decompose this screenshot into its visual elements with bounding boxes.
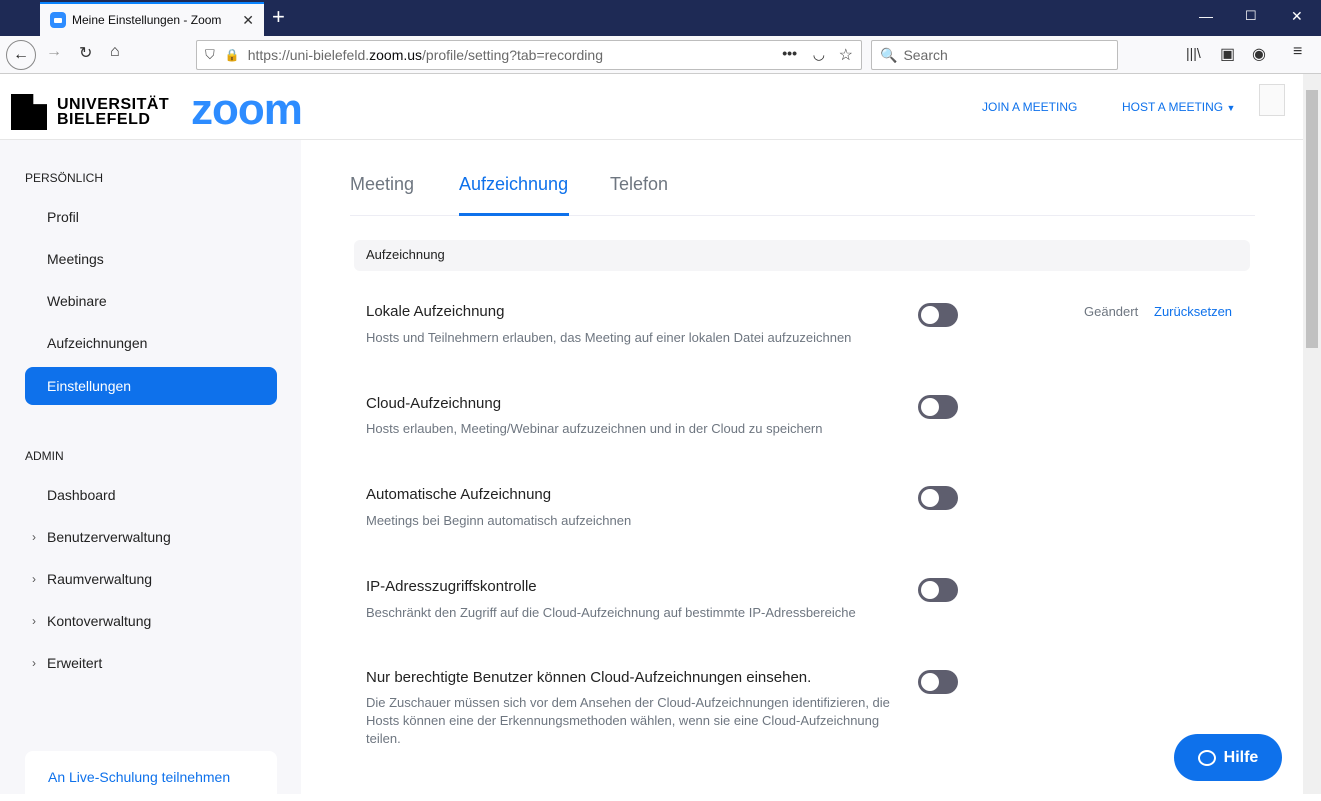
reset-link[interactable]: Zurücksetzen — [1154, 304, 1232, 319]
chevron-right-icon: › — [32, 656, 36, 670]
active-tab-indicator — [459, 213, 569, 216]
setting-local-recording: Lokale Aufzeichnung Hosts und Teilnehmer… — [366, 303, 926, 347]
university-logo-mark — [11, 94, 47, 130]
home-icon[interactable]: ⌂ — [110, 43, 120, 61]
tab-telephone[interactable]: Telefon — [610, 174, 668, 195]
scrollbar-thumb[interactable] — [1306, 90, 1318, 348]
maximize-icon[interactable]: ☐ — [1245, 8, 1257, 24]
setting-authenticated-viewers: Nur berechtigte Benutzer können Cloud-Au… — [366, 669, 906, 748]
chat-bubble-icon — [1197, 749, 1216, 766]
url-bar[interactable]: ⛉ 🔒 https://uni-bielefeld.zoom.us/profil… — [196, 40, 862, 70]
section-header: Aufzeichnung — [354, 240, 1250, 271]
reload-icon[interactable]: ↻ — [79, 43, 92, 63]
close-window-icon[interactable]: ✕ — [1291, 8, 1303, 25]
local-recording-toggle[interactable] — [918, 303, 958, 327]
automatic-recording-toggle[interactable] — [918, 486, 958, 510]
site-header: UNIVERSITÄT BIELEFELD zoom JOIN A MEETIN… — [0, 74, 1303, 140]
browser-tab[interactable]: Meine Einstellungen - Zoom ✕ — [40, 2, 264, 36]
setting-description: Hosts erlauben, Meeting/Webinar aufzuzei… — [366, 421, 823, 436]
shield-icon: ⛉ — [205, 47, 215, 62]
sidebar-item-room-management[interactable]: › Raumverwaltung — [25, 560, 277, 598]
setting-title: IP-Adresszugriffskontrolle — [366, 578, 537, 595]
help-button[interactable]: Hilfe — [1174, 734, 1282, 781]
sidebar-item-profile[interactable]: Profil — [25, 198, 277, 236]
main-content: Meeting Aufzeichnung Telefon Aufzeichnun… — [301, 140, 1303, 794]
join-meeting-link[interactable]: JOIN A MEETING — [982, 100, 1077, 114]
tab-recording[interactable]: Aufzeichnung — [459, 174, 568, 195]
authenticated-viewers-toggle[interactable] — [918, 670, 958, 694]
setting-title: Automatische Aufzeichnung — [366, 486, 552, 503]
setting-description: Die Zuschauer müssen sich vor dem Ansehe… — [366, 695, 890, 746]
sidebar-item-dashboard[interactable]: Dashboard — [25, 476, 277, 514]
url-text: https://uni-bielefeld.zoom.us/profile/se… — [247, 47, 603, 63]
sidebar-item-user-management[interactable]: › Benutzerverwaltung — [25, 518, 277, 556]
back-icon[interactable]: ← — [6, 40, 36, 70]
chevron-right-icon: › — [32, 614, 36, 628]
page-actions-icon[interactable]: ••• — [782, 45, 797, 61]
sidebar-item-advanced[interactable]: › Erweitert — [25, 644, 277, 682]
help-label: Hilfe — [1223, 748, 1259, 766]
sidebar-item-recordings[interactable]: Aufzeichnungen — [25, 324, 277, 362]
setting-cloud-recording: Cloud-Aufzeichnung Hosts erlauben, Meeti… — [366, 395, 926, 438]
search-input[interactable]: 🔍 Search — [871, 40, 1118, 70]
pocket-icon[interactable]: ◡ — [813, 46, 825, 63]
account-icon[interactable]: ◉ — [1252, 44, 1266, 64]
cloud-recording-toggle[interactable] — [918, 395, 958, 419]
browser-titlebar: Meine Einstellungen - Zoom ✕ + — ☐ ✕ — [0, 0, 1321, 36]
library-icon[interactable]: |||\ — [1186, 45, 1201, 61]
ip-access-control-toggle[interactable] — [918, 578, 958, 602]
chevron-right-icon: › — [32, 572, 36, 586]
setting-title: Nur berechtigte Benutzer können Cloud-Au… — [366, 669, 812, 686]
sidebar: PERSÖNLICH Profil Meetings Webinare Aufz… — [0, 140, 301, 801]
chevron-right-icon: › — [32, 530, 36, 544]
search-placeholder: Search — [903, 47, 948, 63]
setting-title: Cloud-Aufzeichnung — [366, 395, 502, 412]
avatar[interactable] — [1259, 84, 1285, 116]
tab-title: Meine Einstellungen - Zoom — [72, 13, 222, 27]
sidebar-item-webinars[interactable]: Webinare — [25, 282, 277, 320]
page-scrollbar[interactable] — [1303, 74, 1321, 794]
new-tab-icon[interactable]: + — [272, 4, 285, 30]
menu-icon[interactable]: ≡ — [1293, 43, 1302, 61]
sidebar-item-account-management[interactable]: › Kontoverwaltung — [25, 602, 277, 640]
university-logo[interactable]: UNIVERSITÄT BIELEFELD — [11, 94, 169, 130]
personal-heading: PERSÖNLICH — [25, 171, 104, 185]
minimize-icon[interactable]: — — [1199, 8, 1213, 24]
caret-down-icon: ▼ — [1226, 103, 1236, 113]
browser-navbar: ← → ↻ ⌂ ⛉ 🔒 https://uni-bielefeld.zoom.u… — [0, 36, 1321, 74]
university-logo-text: UNIVERSITÄT BIELEFELD — [57, 96, 170, 128]
sidebar-item-meetings[interactable]: Meetings — [25, 240, 277, 278]
search-icon: 🔍 — [880, 46, 898, 63]
setting-description: Hosts und Teilnehmern erlauben, das Meet… — [366, 330, 852, 345]
host-meeting-link[interactable]: HOST A MEETING ▼ — [1122, 100, 1235, 114]
changed-label: Geändert — [1084, 304, 1139, 319]
tab-meeting[interactable]: Meeting — [350, 174, 414, 195]
setting-ip-access-control: IP-Adresszugriffskontrolle Beschränkt de… — [366, 578, 926, 622]
forward-icon[interactable]: → — [46, 43, 62, 61]
setting-description: Meetings bei Beginn automatisch aufzeich… — [366, 513, 632, 528]
lock-icon: 🔒 — [224, 48, 240, 62]
zoom-favicon-icon — [50, 12, 66, 28]
sidebar-toggle-icon[interactable]: ▣ — [1220, 44, 1235, 64]
bookmark-star-icon[interactable]: ☆ — [839, 45, 853, 65]
setting-automatic-recording: Automatische Aufzeichnung Meetings bei B… — [366, 486, 926, 530]
admin-heading: ADMIN — [25, 449, 64, 463]
setting-description: Beschränkt den Zugriff auf die Cloud-Auf… — [366, 605, 856, 620]
setting-title: Lokale Aufzeichnung — [366, 303, 505, 320]
sidebar-item-settings[interactable]: Einstellungen — [25, 367, 277, 405]
close-tab-icon[interactable]: ✕ — [242, 12, 254, 29]
zoom-logo[interactable]: zoom — [191, 88, 303, 132]
settings-tabs: Meeting Aufzeichnung Telefon — [350, 140, 1255, 216]
